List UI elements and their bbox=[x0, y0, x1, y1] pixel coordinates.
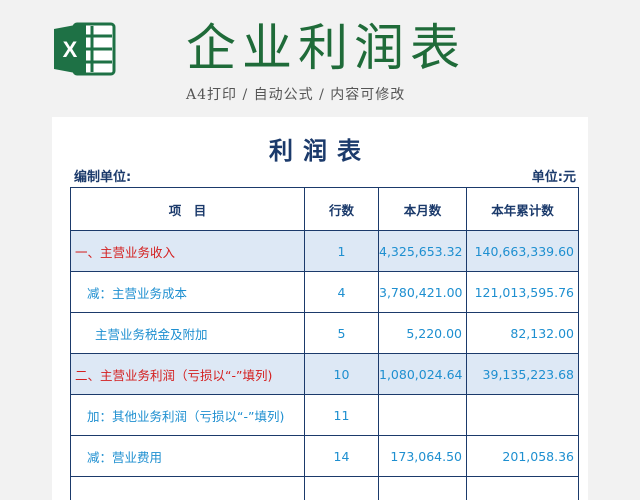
cell-this-month[interactable]: 173,064.50 bbox=[378, 435, 467, 477]
table-row: 一、主营业务收入 1 4,325,653.32 140,663,339.60 bbox=[70, 230, 579, 272]
cell-item[interactable]: 主营业务税金及附加 bbox=[70, 312, 305, 354]
cell-this-month[interactable]: 1,080,024.64 bbox=[378, 353, 467, 395]
cell-item[interactable]: 加：其他业务利润（亏损以“-”填列) bbox=[70, 394, 305, 436]
cell-row-number[interactable]: 1 bbox=[304, 230, 379, 272]
cell-this-month[interactable]: 3,780,421.00 bbox=[378, 271, 467, 313]
spreadsheet-sheet: 利润表 编制单位: 单位:元 项 目 行数 本月数 本年累计数 一、主营业务收入… bbox=[52, 117, 588, 500]
page-title: 企业利润表 bbox=[186, 19, 466, 77]
cell-year-to-date[interactable]: 39,135,223.68 bbox=[466, 353, 579, 395]
currency-unit-label[interactable]: 单位:元 bbox=[532, 166, 576, 185]
cell-row-number[interactable]: 11 bbox=[304, 394, 379, 436]
cell-item[interactable]: 减：主营业务成本 bbox=[70, 271, 305, 313]
table-row: 加：其他业务利润（亏损以“-”填列) 11 bbox=[70, 394, 579, 436]
excel-logo-icon: X bbox=[54, 22, 116, 76]
cell-row-number[interactable]: 4 bbox=[304, 271, 379, 313]
preparer-label[interactable]: 编制单位: bbox=[74, 166, 131, 185]
svg-text:X: X bbox=[63, 37, 78, 62]
table-row bbox=[70, 476, 579, 500]
cell-this-month[interactable] bbox=[378, 476, 467, 500]
column-header-this-month[interactable]: 本月数 bbox=[378, 187, 467, 231]
cell-year-to-date[interactable]: 201,058.36 bbox=[466, 435, 579, 477]
profit-table: 项 目 行数 本月数 本年累计数 一、主营业务收入 1 4,325,653.32… bbox=[70, 187, 579, 500]
cell-row-number[interactable]: 10 bbox=[304, 353, 379, 395]
cell-year-to-date[interactable] bbox=[466, 394, 579, 436]
cell-year-to-date[interactable] bbox=[466, 476, 579, 500]
table-row: 减：营业费用 14 173,064.50 201,058.36 bbox=[70, 435, 579, 477]
column-header-row-number[interactable]: 行数 bbox=[304, 187, 379, 231]
cell-this-month[interactable]: 4,325,653.32 bbox=[378, 230, 467, 272]
cell-year-to-date[interactable]: 82,132.00 bbox=[466, 312, 579, 354]
cell-row-number[interactable]: 5 bbox=[304, 312, 379, 354]
sheet-title[interactable]: 利润表 bbox=[52, 131, 588, 166]
cell-item[interactable]: 二、主营业务利润（亏损以“-”填列) bbox=[70, 353, 305, 395]
column-header-year-to-date[interactable]: 本年累计数 bbox=[466, 187, 579, 231]
table-row: 主营业务税金及附加 5 5,220.00 82,132.00 bbox=[70, 312, 579, 354]
cell-item[interactable]: 减：营业费用 bbox=[70, 435, 305, 477]
column-header-item[interactable]: 项 目 bbox=[70, 187, 305, 231]
cell-year-to-date[interactable]: 140,663,339.60 bbox=[466, 230, 579, 272]
table-row: 减：主营业务成本 4 3,780,421.00 121,013,595.76 bbox=[70, 271, 579, 313]
cell-year-to-date[interactable]: 121,013,595.76 bbox=[466, 271, 579, 313]
cell-row-number[interactable]: 14 bbox=[304, 435, 379, 477]
cell-this-month[interactable]: 5,220.00 bbox=[378, 312, 467, 354]
cell-row-number[interactable] bbox=[304, 476, 379, 500]
table-row: 二、主营业务利润（亏损以“-”填列) 10 1,080,024.64 39,13… bbox=[70, 353, 579, 395]
page-header: X 企业利润表 A4打印 / 自动公式 / 内容可修改 bbox=[0, 0, 640, 115]
cell-item[interactable]: 一、主营业务收入 bbox=[70, 230, 305, 272]
cell-item[interactable] bbox=[70, 476, 305, 500]
page-subtitle: A4打印 / 自动公式 / 内容可修改 bbox=[186, 87, 406, 103]
table-header-row: 项 目 行数 本月数 本年累计数 bbox=[70, 187, 579, 231]
cell-this-month[interactable] bbox=[378, 394, 467, 436]
